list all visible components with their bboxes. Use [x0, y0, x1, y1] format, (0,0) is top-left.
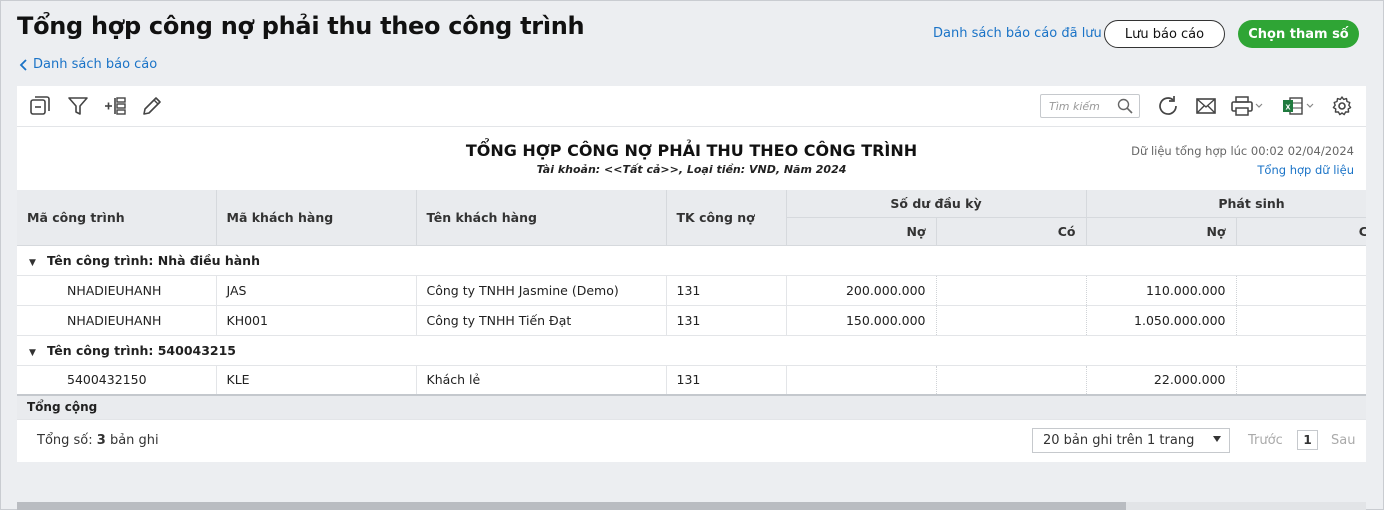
chevron-left-icon: [19, 58, 27, 71]
report-grid: Mã công trình Mã khách hàng Tên khách hà…: [17, 190, 1366, 420]
cell-project-code: NHADIEUHANH: [17, 305, 217, 336]
cell-arising-debit: 1.050.000.000: [1086, 305, 1237, 336]
refresh-icon[interactable]: [1156, 94, 1182, 118]
cell-opening-credit: [936, 365, 1087, 396]
table-row[interactable]: 5400432150 KLE Khách lẻ 131 22.000.000: [17, 365, 1366, 396]
col-arising-debit[interactable]: Nợ: [1086, 217, 1237, 246]
cell-opening-debit: [786, 365, 937, 396]
group-label: Tên công trình: 540043215: [47, 342, 237, 358]
caret-down-icon[interactable]: ▼: [29, 348, 39, 358]
filter-icon[interactable]: [65, 94, 91, 118]
col-opening-credit[interactable]: Có: [936, 217, 1087, 246]
record-count: Tổng số: 3 bản ghi: [37, 433, 159, 448]
col-customer-code[interactable]: Mã khách hàng: [216, 190, 417, 246]
search-icon[interactable]: [1117, 98, 1133, 114]
group-row[interactable]: ▼ Tên công trình: Nhà điều hành: [17, 245, 1366, 276]
record-count-suffix: bản ghi: [105, 433, 159, 448]
excel-icon[interactable]: x: [1280, 94, 1316, 118]
col-customer-name[interactable]: Tên khách hàng: [416, 190, 667, 246]
settings-icon[interactable]: [1329, 94, 1355, 118]
cell-account: 131: [666, 275, 787, 306]
report-toolbar: x: [17, 86, 1366, 127]
group-row[interactable]: ▼ Tên công trình: 540043215: [17, 335, 1366, 366]
col-account[interactable]: TK công nợ: [666, 190, 787, 246]
page-number-button[interactable]: 1: [1297, 430, 1318, 450]
cell-arising-debit: 22.000.000: [1086, 365, 1237, 396]
col-project-code[interactable]: Mã công trình: [17, 190, 217, 246]
cell-project-code: NHADIEUHANH: [17, 275, 217, 306]
scrollbar-thumb[interactable]: [17, 502, 1126, 510]
cell-arising-credit: [1236, 275, 1366, 306]
cell-customer-code: KH001: [216, 305, 417, 336]
report-header: TỔNG HỢP CÔNG NỢ PHẢI THU THEO CÔNG TRÌN…: [17, 127, 1366, 191]
total-label: Tổng cộng: [17, 394, 1366, 420]
collapse-icon[interactable]: [27, 94, 53, 118]
col-opening-debit[interactable]: Nợ: [786, 217, 937, 246]
total-row: Tổng cộng: [17, 394, 1366, 420]
back-to-report-list-link[interactable]: Danh sách báo cáo: [19, 57, 157, 72]
cell-opening-debit: 150.000.000: [786, 305, 937, 336]
cell-customer-name: Khách lẻ: [416, 365, 667, 396]
cell-account: 131: [666, 305, 787, 336]
cell-arising-credit: [1236, 305, 1366, 336]
data-timestamp: Dữ liệu tổng hợp lúc 00:02 02/04/2024: [1131, 144, 1354, 158]
cell-customer-code: KLE: [216, 365, 417, 396]
add-column-icon[interactable]: [102, 94, 128, 118]
cell-opening-debit: 200.000.000: [786, 275, 937, 306]
cell-customer-code: JAS: [216, 275, 417, 306]
report-table: Mã công trình Mã khách hàng Tên khách hà…: [17, 190, 1366, 420]
page-title: Tổng hợp công nợ phải thu theo công trìn…: [17, 12, 585, 40]
col-opening-balance: Số dư đầu kỳ: [786, 190, 1087, 218]
edit-icon[interactable]: [139, 94, 165, 118]
next-page-button[interactable]: Sau: [1331, 433, 1355, 448]
print-icon[interactable]: [1229, 94, 1265, 118]
prev-page-button[interactable]: Trước: [1248, 433, 1283, 448]
cell-opening-credit: [936, 275, 1087, 306]
caret-down-icon[interactable]: ▼: [29, 258, 39, 268]
record-count-prefix: Tổng số:: [37, 433, 97, 448]
email-icon[interactable]: [1193, 94, 1219, 118]
back-link-label: Danh sách báo cáo: [33, 57, 158, 72]
pagination-bar: Tổng số: 3 bản ghi 20 bản ghi trên 1 tra…: [17, 419, 1366, 462]
page-size-label: 20 bản ghi trên 1 trang: [1043, 433, 1195, 448]
dropdown-arrow-icon: [1213, 436, 1221, 442]
cell-account: 131: [666, 365, 787, 396]
cell-customer-name: Công ty TNHH Tiến Đạt: [416, 305, 667, 336]
page-size-select[interactable]: 20 bản ghi trên 1 trang: [1032, 428, 1230, 453]
saved-reports-link[interactable]: Danh sách báo cáo đã lưu: [933, 26, 1102, 41]
col-arising-credit[interactable]: Có: [1236, 217, 1366, 246]
cell-opening-credit: [936, 305, 1087, 336]
report-panel: x TỔNG HỢP CÔNG NỢ PHẢI THU THEO CÔNG TR…: [17, 86, 1366, 462]
cell-project-code: 5400432150: [17, 365, 217, 396]
cell-arising-debit: 110.000.000: [1086, 275, 1237, 306]
table-row[interactable]: NHADIEUHANH JAS Công ty TNHH Jasmine (De…: [17, 275, 1366, 306]
summarize-data-link[interactable]: Tổng hợp dữ liệu: [1257, 163, 1354, 177]
report-subtitle: Tài khoản: <<Tất cả>>, Loại tiền: VND, N…: [536, 163, 847, 176]
table-row[interactable]: NHADIEUHANH KH001 Công ty TNHH Tiến Đạt …: [17, 305, 1366, 336]
search-field: [1040, 94, 1140, 118]
select-parameters-button[interactable]: Chọn tham số: [1238, 20, 1359, 48]
cell-arising-credit: [1236, 365, 1366, 396]
group-label: Tên công trình: Nhà điều hành: [47, 252, 260, 268]
svg-text:x: x: [1285, 102, 1290, 112]
horizontal-scrollbar[interactable]: [17, 502, 1366, 510]
record-count-value: 3: [96, 433, 106, 448]
cell-customer-name: Công ty TNHH Jasmine (Demo): [416, 275, 667, 306]
col-arising: Phát sinh: [1086, 190, 1366, 218]
search-input[interactable]: [1041, 95, 1111, 117]
save-report-button[interactable]: Lưu báo cáo: [1104, 20, 1225, 48]
